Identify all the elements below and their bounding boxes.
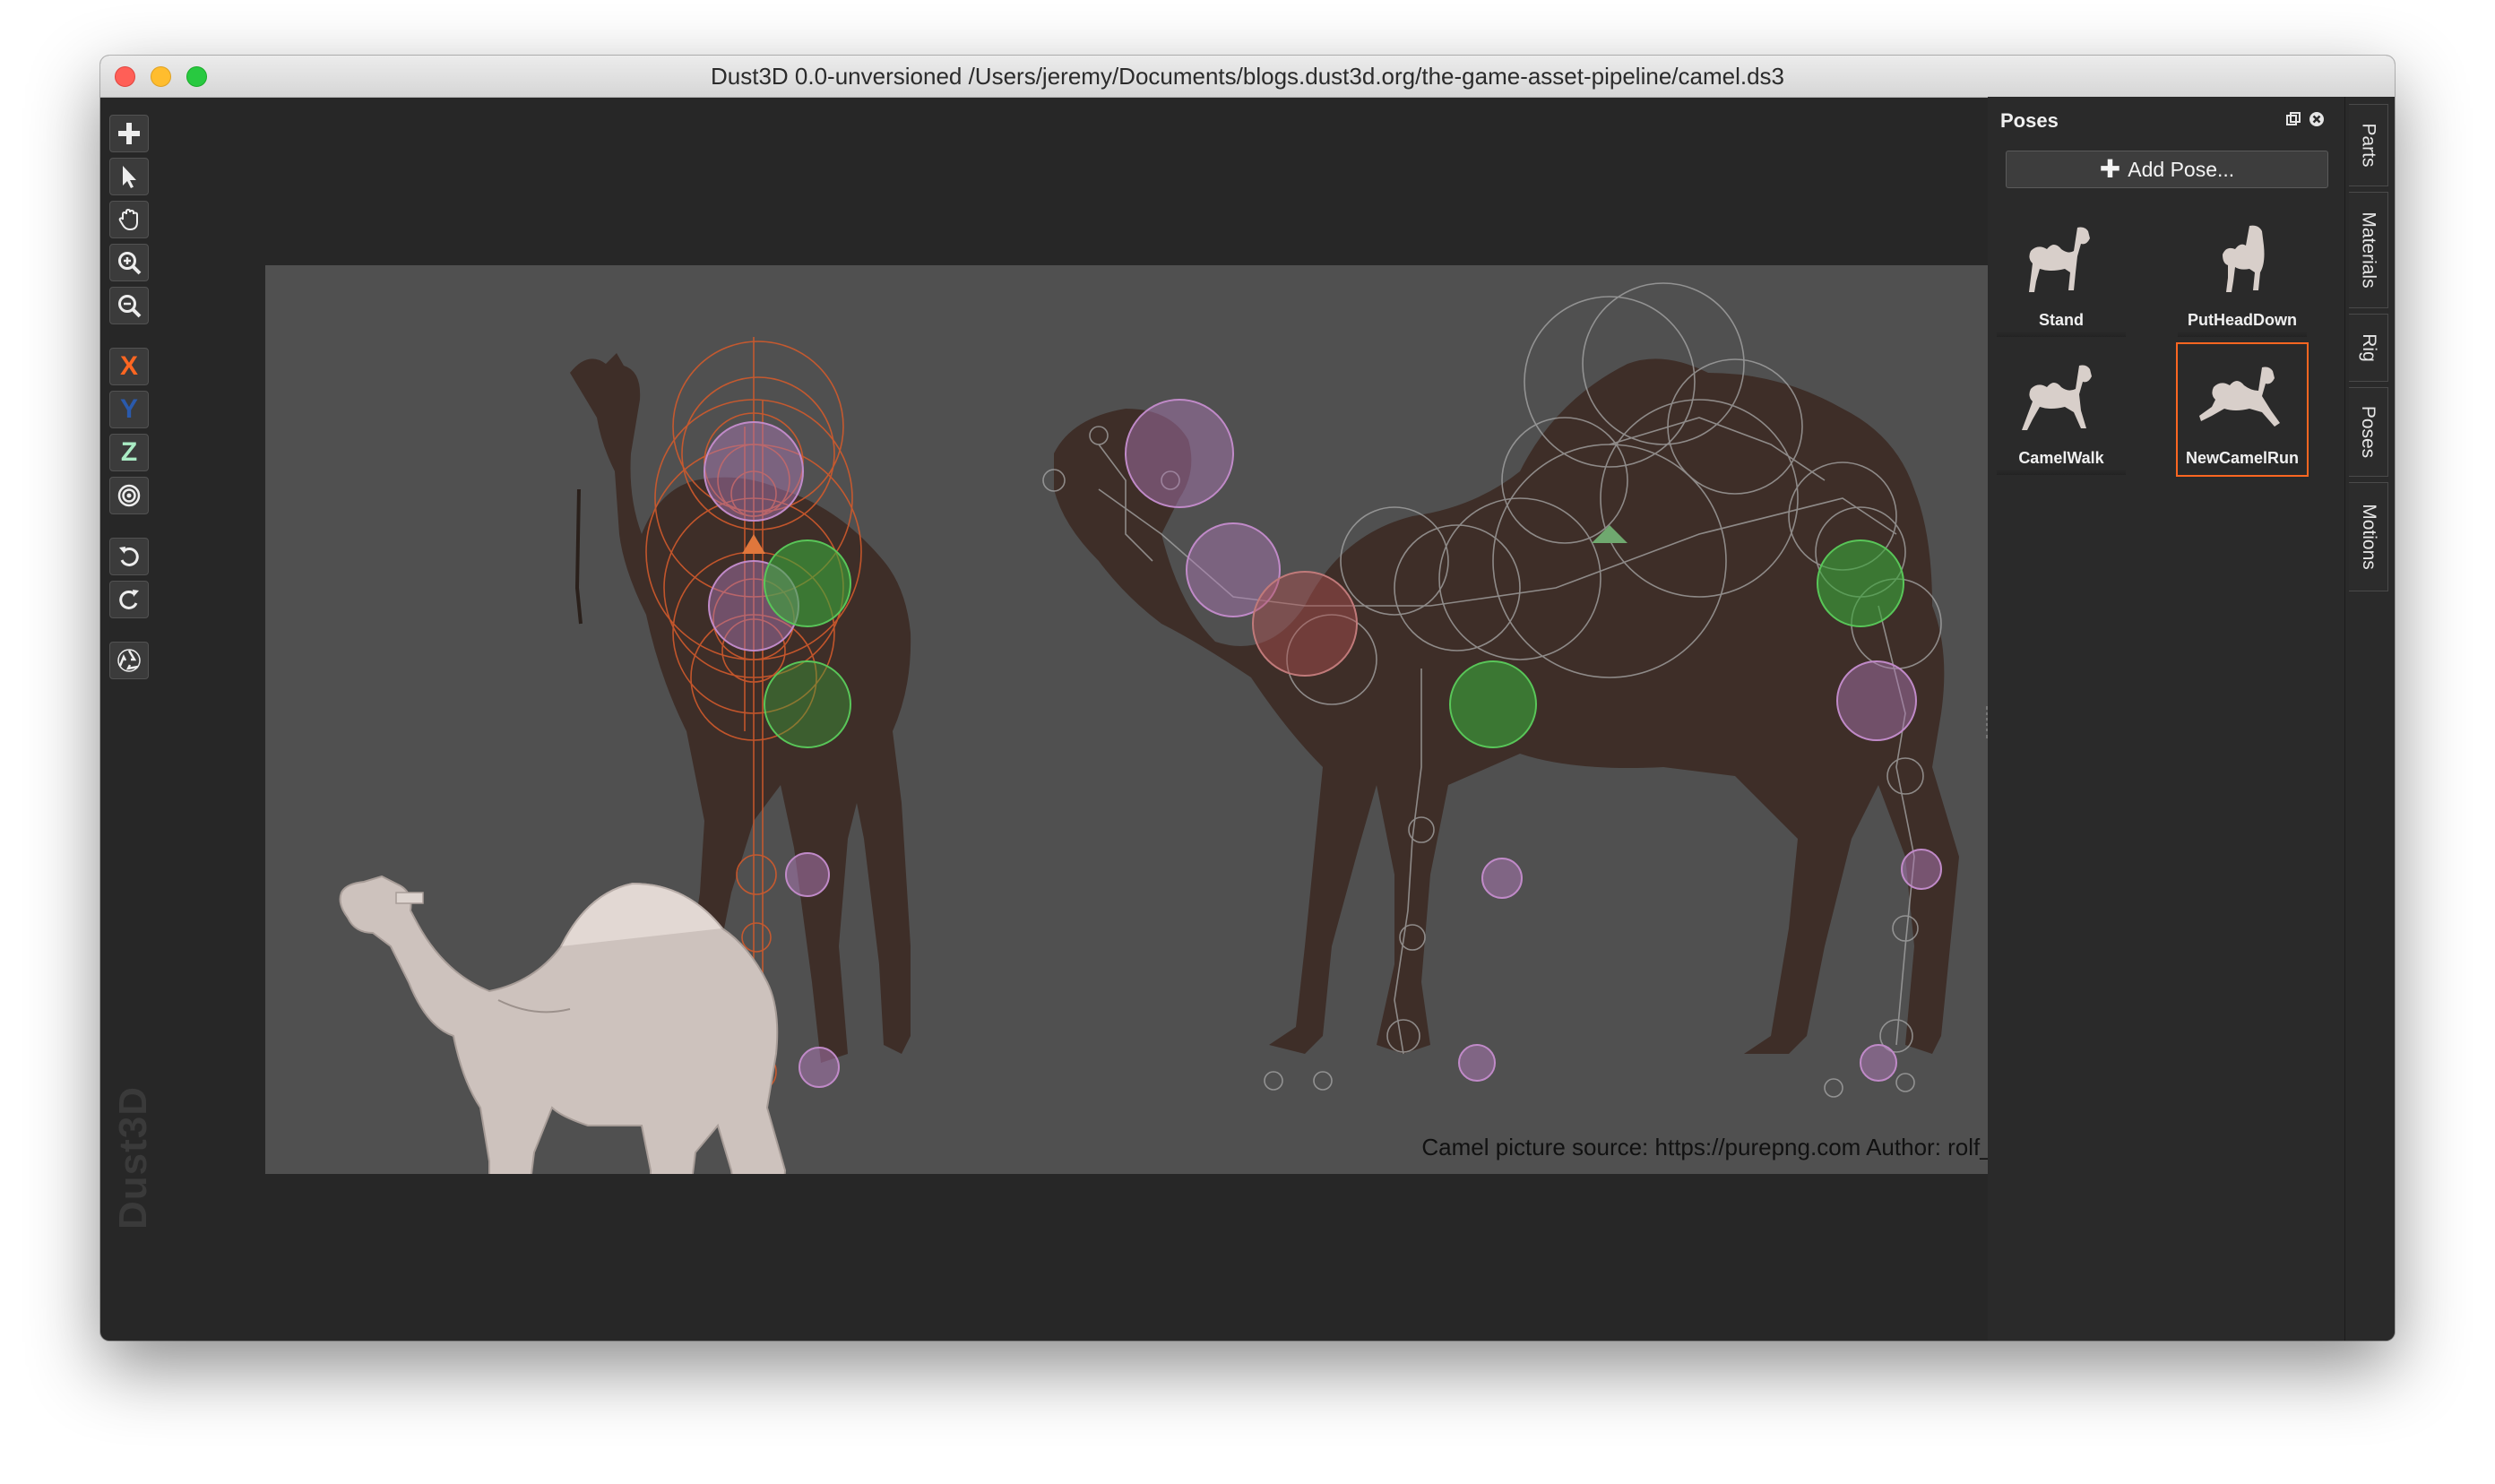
title-bar: Dust3D 0.0-unversioned /Users/jeremy/Doc…	[100, 56, 2395, 98]
add-pose-label: Add Pose...	[2128, 157, 2235, 181]
tab-parts[interactable]: Parts	[2349, 104, 2388, 186]
zoom-out-button[interactable]	[109, 287, 149, 324]
tab-poses[interactable]: Poses	[2349, 387, 2388, 477]
zoom-out-icon	[118, 295, 142, 318]
tab-rig[interactable]: Rig	[2349, 314, 2388, 382]
close-panel-icon[interactable]	[2307, 109, 2327, 129]
pose-label-putheaddown: PutHeadDown	[2187, 311, 2297, 329]
undo-icon	[119, 547, 139, 566]
poses-panel-title: Poses	[2000, 109, 2059, 132]
pose-item-stand[interactable]: Stand	[1995, 204, 2128, 339]
pose-label-stand: Stand	[2038, 311, 2084, 329]
plus-icon: ✚	[2099, 155, 2121, 183]
tab-materials[interactable]: Materials	[2349, 192, 2388, 308]
x-lock-button[interactable]: X	[109, 348, 149, 385]
pose-item-putheaddown[interactable]: PutHeadDown	[2176, 204, 2309, 339]
camel-thumbnail-icon	[2199, 367, 2280, 427]
redo-icon	[119, 590, 139, 609]
pose-label-camelwalk: CamelWalk	[2018, 449, 2104, 467]
camel-thumbnail-icon	[2223, 225, 2265, 292]
target-icon	[117, 484, 141, 507]
recycle-icon	[117, 649, 141, 672]
y-axis-label: Y	[119, 394, 138, 424]
x-axis-label: X	[119, 351, 138, 381]
pose-item-newcamelrun[interactable]: NewCamelRun	[2176, 342, 2309, 477]
z-lock-button[interactable]: Z	[109, 434, 149, 471]
drag-button[interactable]	[109, 201, 149, 238]
pointer-arrow-icon	[123, 166, 136, 188]
poses-panel: Poses ✚ Add Pose... Stand PutHeadDown Ca…	[1988, 97, 2346, 1341]
pose-item-camelwalk[interactable]: CamelWalk	[1995, 342, 2128, 477]
add-node-button[interactable]	[109, 115, 149, 152]
camel-thumbnail-icon	[2029, 227, 2090, 292]
dust3d-watermark: Dust3D	[111, 1085, 155, 1229]
zoom-in-button[interactable]	[109, 244, 149, 281]
y-lock-button[interactable]: Y	[109, 391, 149, 428]
select-button[interactable]	[109, 158, 149, 195]
undo-button[interactable]	[109, 538, 149, 575]
radius-lock-button[interactable]	[109, 477, 149, 514]
hand-icon	[118, 208, 138, 231]
undock-icon[interactable]	[2283, 109, 2303, 129]
canvas-drawing	[339, 282, 1959, 1174]
camel-thumbnail-icon	[2022, 365, 2092, 430]
window-title: Dust3D 0.0-unversioned /Users/jeremy/Doc…	[710, 63, 1785, 90]
picture-credit: Camel picture source: https://purepng.co…	[1421, 1134, 2058, 1160]
app-window: Dust3D 0.0-unversioned /Users/jeremy/Doc…	[100, 56, 2395, 1341]
plus-icon	[118, 123, 140, 144]
redo-button[interactable]	[109, 581, 149, 618]
tab-motions[interactable]: Motions	[2349, 482, 2388, 591]
pose-label-newcamelrun: NewCamelRun	[2185, 449, 2300, 467]
zoom-in-icon	[118, 252, 142, 275]
z-axis-label: Z	[120, 437, 138, 467]
add-pose-button[interactable]: ✚ Add Pose...	[2006, 151, 2328, 188]
recycle-button[interactable]	[109, 642, 149, 679]
skeleton-canvas[interactable]: Camel picture source: https://purepng.co…	[265, 265, 2076, 1174]
side-tab-bar: Parts Materials Rig Poses Motions	[2344, 97, 2395, 1341]
